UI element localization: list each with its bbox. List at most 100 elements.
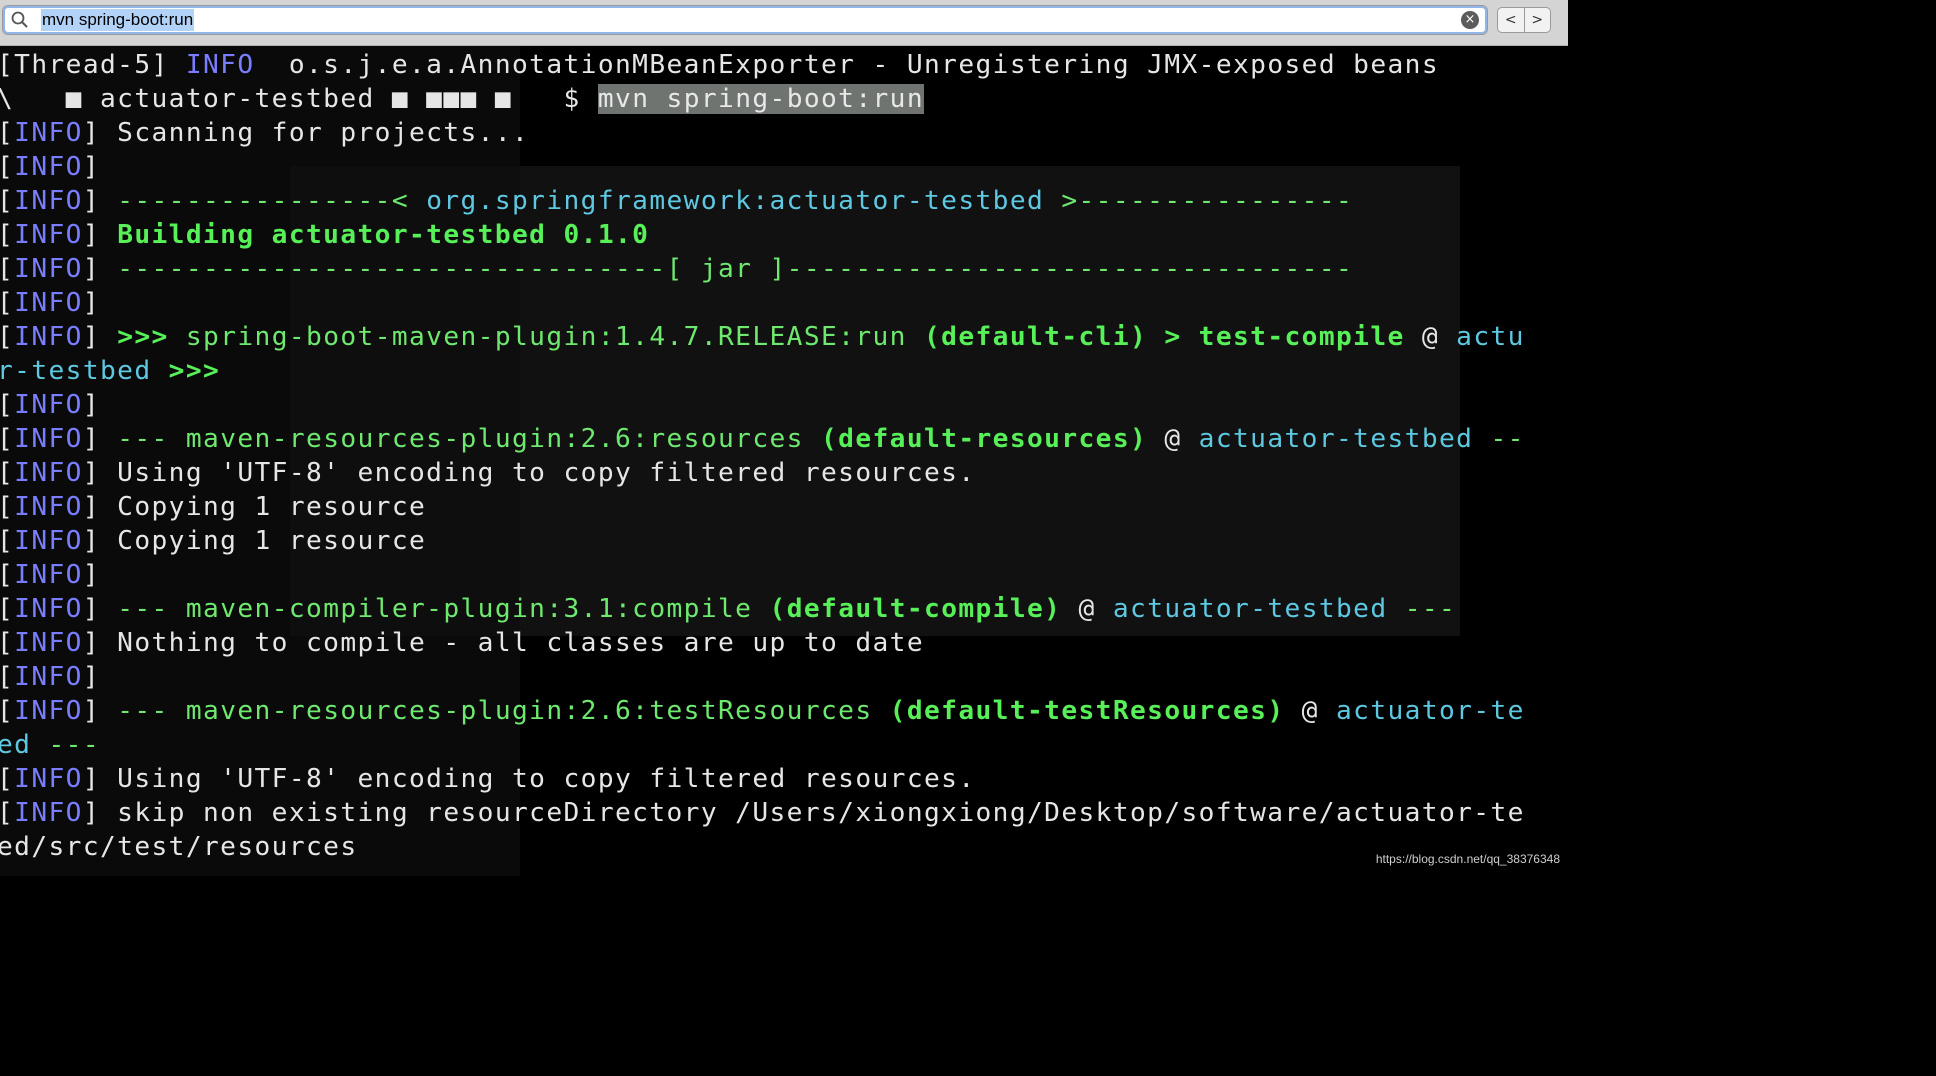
terminal-text-segment: ] — [82, 186, 118, 216]
search-icon — [11, 11, 28, 28]
terminal-text-segment: ] — [82, 594, 118, 624]
terminal-text-segment: actuator-testbed — [1198, 424, 1474, 454]
terminal-line: [INFO] — [0, 660, 100, 694]
terminal-text-segment: INFO — [14, 322, 83, 352]
terminal-text-segment: ■ — [65, 84, 83, 114]
terminal-line: ed/src/test/resources — [0, 830, 358, 864]
terminal-text-segment: INFO — [14, 288, 83, 318]
terminal-text-segment: ■ ■■■ ■ — [391, 84, 513, 114]
terminal-text-segment: [ — [0, 186, 14, 216]
terminal-text-segment: maven-resources-plugin:2.6:resources — [185, 424, 804, 454]
terminal-text-segment: ] — [82, 152, 101, 182]
terminal-text-segment: -- — [1473, 424, 1525, 454]
terminal-text-segment: [ — [0, 322, 14, 352]
terminal-text-segment: >>> — [117, 322, 186, 352]
terminal-text-segment: actuator-te — [1336, 696, 1525, 726]
terminal-text-segment: actu — [1456, 322, 1525, 352]
terminal-text-segment: [ — [0, 458, 14, 488]
terminal-text-segment: Building actuator-testbed 0.1.0 — [117, 220, 650, 250]
terminal-output[interactable]: [Thread-5] INFO o.s.j.e.a.AnnotationMBea… — [0, 46, 1568, 876]
terminal-text-segment: [ — [0, 152, 14, 182]
terminal-text-segment: ] — [82, 424, 118, 454]
terminal-text-segment: @ — [1061, 594, 1113, 624]
terminal-text-segment: [ — [0, 254, 14, 284]
terminal-text-segment: (default-testResources) — [872, 696, 1285, 726]
terminal-text-segment: [ — [0, 696, 14, 726]
terminal-text-segment: r-testbed — [0, 356, 152, 386]
terminal-line: r-testbed >>> — [0, 354, 220, 388]
terminal-text-segment: [ — [0, 424, 14, 454]
terminal-line: [INFO] --------------------------------[… — [0, 252, 1353, 286]
terminal-line: [INFO] Copying 1 resource — [0, 524, 426, 558]
terminal-text-segment: >---------------- — [1044, 186, 1354, 216]
terminal-line: [INFO] Using 'UTF-8' encoding to copy fi… — [0, 456, 976, 490]
terminal-text-segment: INFO — [14, 662, 83, 692]
terminal-text-segment: INFO — [14, 798, 83, 828]
terminal-text-segment: [ — [0, 118, 14, 148]
find-navigation: < > — [1497, 7, 1551, 33]
terminal-text-segment: --- — [117, 696, 186, 726]
terminal-text-segment: --- — [117, 424, 186, 454]
terminal-text-segment: INFO — [14, 526, 83, 556]
terminal-text-segment: [ — [0, 594, 14, 624]
search-field[interactable]: mvn spring-boot:run × — [2, 5, 1488, 35]
terminal-line: [INFO] skip non existing resourceDirecto… — [0, 796, 1525, 830]
terminal-text-segment: INFO — [14, 560, 83, 590]
find-previous-button[interactable]: < — [1498, 8, 1524, 32]
terminal-text-segment: ] — [82, 390, 101, 420]
terminal-text-segment: INFO — [14, 492, 83, 522]
terminal-text-segment: [ — [0, 764, 14, 794]
terminal-text-segment: (default-compile) — [752, 594, 1062, 624]
terminal-text-segment: ] Copying 1 resource — [82, 526, 427, 556]
terminal-text-segment: (default-resources) — [803, 424, 1148, 454]
terminal-text-segment: ] Nothing to compile - all classes are u… — [82, 628, 924, 658]
search-input[interactable]: mvn spring-boot:run — [41, 9, 195, 31]
terminal-text-segment: ed — [0, 730, 32, 760]
terminal-text-segment: spring-boot-maven-plugin:1.4.7.RELEASE:r… — [185, 322, 907, 352]
terminal-text-segment: INFO — [14, 152, 83, 182]
terminal-line: \ ■ actuator-testbed ■ ■■■ ■ $ mvn sprin… — [0, 82, 925, 116]
watermark: https://blog.csdn.net/qq_38376348 — [1375, 852, 1560, 866]
terminal-line: [INFO] ----------------< org.springframe… — [0, 184, 1353, 218]
terminal-text-segment: INFO — [14, 220, 83, 250]
terminal-line: [INFO] — [0, 286, 100, 320]
terminal-text-segment: --- — [31, 730, 101, 760]
terminal-text-segment: [ — [0, 628, 14, 658]
terminal-text-segment: ] Copying 1 resource — [82, 492, 427, 522]
terminal-text-segment: [ — [0, 492, 14, 522]
terminal-text-segment: [ — [0, 662, 14, 692]
terminal-text-segment: >>> — [151, 356, 221, 386]
terminal-text-segment: ] — [82, 220, 118, 250]
terminal-text-segment: ] Scanning for projects... — [82, 118, 530, 148]
terminal-text-segment: ] Using 'UTF-8' encoding to copy filtere… — [82, 458, 976, 488]
terminal-text-segment: ] — [82, 560, 101, 590]
terminal-text-segment: ] — [82, 662, 101, 692]
terminal-line: [INFO] — [0, 388, 100, 422]
terminal-text-segment: o.s.j.e.a.AnnotationMBeanExporter - Unre… — [254, 50, 1439, 80]
terminal-text-segment: ] — [82, 288, 101, 318]
find-bar: mvn spring-boot:run × < > — [0, 0, 1568, 46]
terminal-text-segment: INFO — [14, 186, 83, 216]
terminal-text-segment: ] skip non existing resourceDirectory /U… — [82, 798, 1525, 828]
terminal-line: [INFO] --- maven-resources-plugin:2.6:re… — [0, 422, 1525, 456]
terminal-text-segment: INFO — [14, 628, 83, 658]
terminal-text-segment: INFO — [14, 594, 83, 624]
terminal-text-segment: INFO — [14, 118, 83, 148]
terminal-text-segment: INFO — [14, 390, 83, 420]
terminal-text-segment: [ — [0, 560, 14, 590]
terminal-text-segment: [ — [0, 798, 14, 828]
terminal-line: [Thread-5] INFO o.s.j.e.a.AnnotationMBea… — [0, 48, 1439, 82]
terminal-text-segment: INFO — [14, 696, 83, 726]
find-next-button[interactable]: > — [1523, 8, 1551, 32]
terminal-text-segment: ] — [82, 254, 118, 284]
terminal-text-segment: INFO — [14, 424, 83, 454]
terminal-text-segment: --- — [117, 594, 186, 624]
terminal-line: [INFO] >>> spring-boot-maven-plugin:1.4.… — [0, 320, 1525, 354]
clear-search-icon[interactable]: × — [1461, 11, 1479, 29]
terminal-text-segment: [Thread-5] — [0, 50, 186, 80]
terminal-text-segment: @ — [1147, 424, 1199, 454]
terminal-text-segment: [ — [0, 526, 14, 556]
terminal-text-segment: [ — [0, 220, 14, 250]
terminal-text-segment: --------------------------------[ jar ]-… — [117, 254, 1354, 284]
terminal-text-segment: ed/src/test/resources — [0, 832, 358, 862]
